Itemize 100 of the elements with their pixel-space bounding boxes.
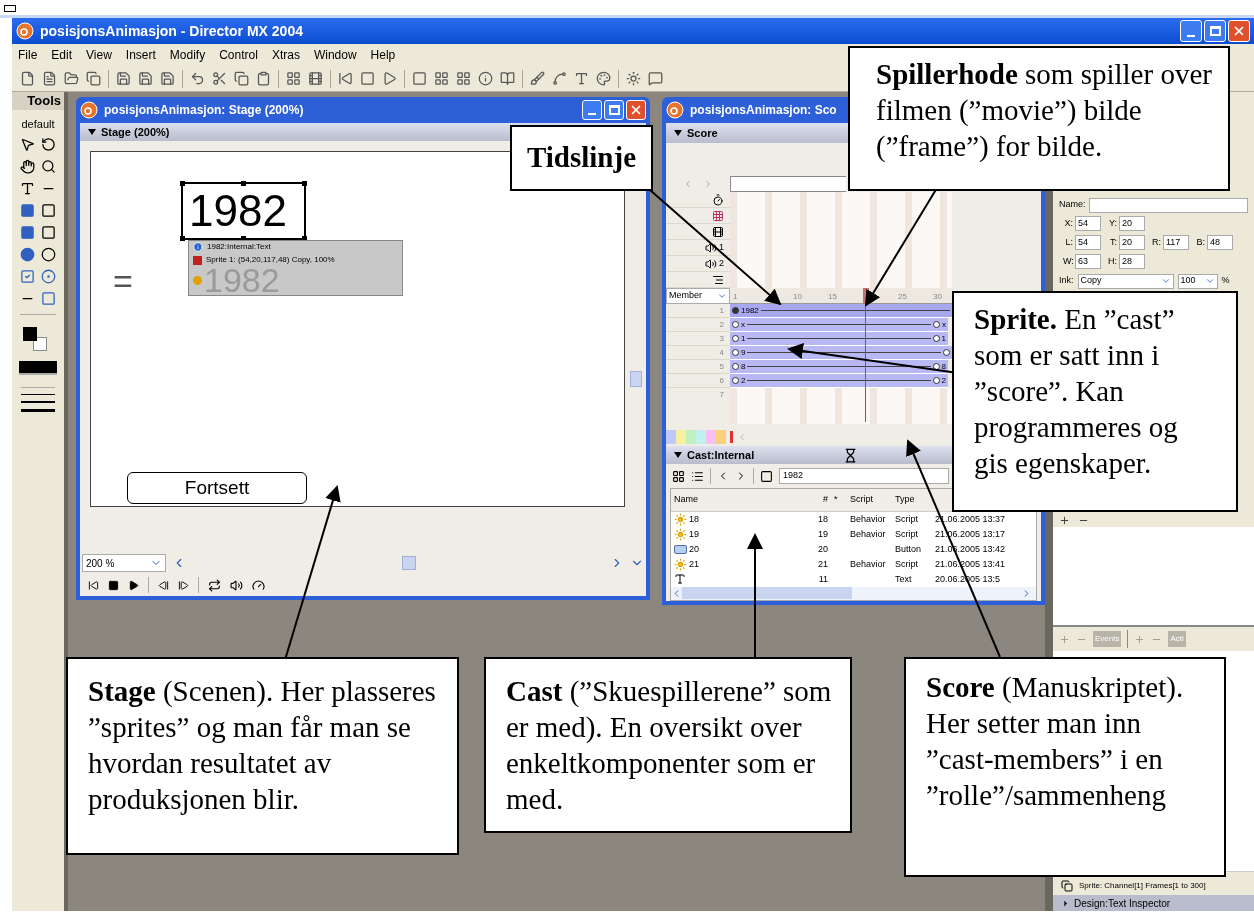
play-icon[interactable] <box>128 579 139 591</box>
menu-item[interactable]: File <box>18 46 38 64</box>
text-sprite[interactable]: 1982 <box>181 182 306 240</box>
film-icon[interactable] <box>308 71 323 86</box>
collapse-triangle-icon[interactable] <box>674 452 682 458</box>
sprite-span[interactable]: 2 2 <box>730 374 948 388</box>
color-chip[interactable] <box>686 430 696 444</box>
book-icon[interactable] <box>500 71 515 86</box>
rounded-rectangle-icon[interactable] <box>41 224 56 240</box>
text-tool-icon[interactable] <box>20 180 35 196</box>
scroll-thumb[interactable] <box>630 371 642 387</box>
input-field[interactable]: 48 <box>1207 235 1233 250</box>
hand-icon[interactable] <box>20 158 35 174</box>
input-field[interactable]: 117 <box>1163 235 1189 250</box>
filled-circle-icon[interactable] <box>20 246 35 262</box>
playhead[interactable] <box>863 288 869 304</box>
cut-icon[interactable] <box>212 71 227 86</box>
maximize-button[interactable] <box>604 100 624 120</box>
clipboard-icon[interactable] <box>256 71 271 86</box>
member-name-field[interactable]: 1982 <box>779 468 949 484</box>
rectangle-icon[interactable] <box>41 202 56 218</box>
input-field[interactable]: 54 <box>1075 235 1101 250</box>
thumbnail-view-icon[interactable] <box>672 469 685 483</box>
add-icon[interactable] <box>1059 514 1070 526</box>
list-area[interactable] <box>1224 651 1254 871</box>
film-icon[interactable] <box>712 225 724 238</box>
pattern-swatch[interactable] <box>19 360 57 375</box>
window-icon[interactable] <box>412 71 427 86</box>
tool-preset-label[interactable]: default <box>21 116 55 133</box>
input-field[interactable]: 20 <box>1119 216 1145 231</box>
minimize-button[interactable] <box>1180 20 1202 42</box>
collapse-triangle-icon[interactable] <box>88 129 96 135</box>
menu-item[interactable]: Xtras <box>271 46 300 64</box>
column-header[interactable]: # <box>809 493 831 507</box>
maximize-button[interactable] <box>1204 20 1226 42</box>
grid-icon[interactable] <box>456 71 471 86</box>
column-header[interactable]: * <box>831 493 847 507</box>
text-icon[interactable] <box>574 71 589 86</box>
menu-item[interactable]: View <box>86 46 112 64</box>
menu-item[interactable]: Help <box>370 46 396 64</box>
document-icon[interactable] <box>42 71 57 86</box>
ink-select[interactable]: Copy <box>1077 273 1174 289</box>
sprite-span[interactable]: 1 1 <box>730 332 948 346</box>
brush-icon[interactable] <box>530 71 545 86</box>
column-header[interactable]: Script <box>847 493 892 507</box>
sprite-span[interactable]: x x <box>730 318 948 332</box>
curve-icon[interactable] <box>552 71 567 86</box>
message-icon[interactable] <box>648 71 663 86</box>
continue-button[interactable]: Fortsett <box>127 472 307 504</box>
loop-icon[interactable] <box>208 578 221 592</box>
save-icon[interactable] <box>138 71 153 86</box>
sprite-span[interactable]: 1982 <box>730 304 952 318</box>
sun-icon[interactable] <box>626 71 641 86</box>
palette-grid-icon[interactable] <box>712 209 724 222</box>
pointer-icon[interactable] <box>20 136 35 152</box>
speaker-icon[interactable] <box>705 257 717 270</box>
scroll-thumb[interactable] <box>682 587 852 600</box>
menu-item[interactable]: Window <box>313 46 357 64</box>
filled-rectangle-icon[interactable] <box>20 202 35 218</box>
speaker-icon[interactable] <box>705 241 717 254</box>
menu-item[interactable]: Modify <box>169 46 206 64</box>
search-icon[interactable] <box>41 158 56 174</box>
marker-icon[interactable] <box>730 431 733 443</box>
rewind-icon[interactable] <box>88 579 99 591</box>
collapse-triangle-icon[interactable] <box>674 130 682 136</box>
marker-bar[interactable] <box>730 176 846 192</box>
menu-item[interactable]: Insert <box>125 46 156 64</box>
blend-select[interactable]: 100 <box>1177 273 1218 289</box>
foreground-color-swatch[interactable] <box>23 326 37 341</box>
sprite-span[interactable]: 9 <box>730 346 952 360</box>
copy-icon[interactable] <box>234 71 249 86</box>
radio-tool-icon[interactable] <box>41 268 56 284</box>
speaker-icon[interactable] <box>230 578 243 592</box>
zoom-select[interactable]: 200 % <box>82 554 166 572</box>
input-field[interactable]: 20 <box>1119 235 1145 250</box>
file-icon[interactable] <box>20 71 35 86</box>
stop-icon[interactable] <box>108 579 119 591</box>
member-type-icon[interactable] <box>760 469 773 483</box>
checkbox-tool-icon[interactable] <box>20 268 35 284</box>
column-header[interactable]: Name <box>671 493 809 507</box>
grid-icon[interactable] <box>434 71 449 86</box>
close-button[interactable] <box>626 100 646 120</box>
undo-icon[interactable] <box>190 71 205 86</box>
color-chip[interactable] <box>716 430 726 444</box>
column-header[interactable]: Type <box>892 493 932 507</box>
info-icon[interactable] <box>478 71 493 86</box>
tempo-icon[interactable] <box>252 578 265 592</box>
color-chip[interactable] <box>696 430 706 444</box>
scroll-thumb[interactable] <box>402 556 416 570</box>
step-forward-icon[interactable] <box>178 579 189 591</box>
input-field[interactable]: 54 <box>1075 216 1101 231</box>
grid-icon[interactable] <box>286 71 301 86</box>
step-back-icon[interactable] <box>158 579 169 591</box>
rewind-icon[interactable] <box>338 71 353 86</box>
rotate-icon[interactable] <box>41 136 56 152</box>
color-chip[interactable] <box>666 430 676 444</box>
menu-item[interactable]: Control <box>219 46 258 64</box>
input-field[interactable]: 63 <box>1075 254 1101 269</box>
color-chip[interactable] <box>676 430 686 444</box>
minimize-button[interactable] <box>582 100 602 120</box>
